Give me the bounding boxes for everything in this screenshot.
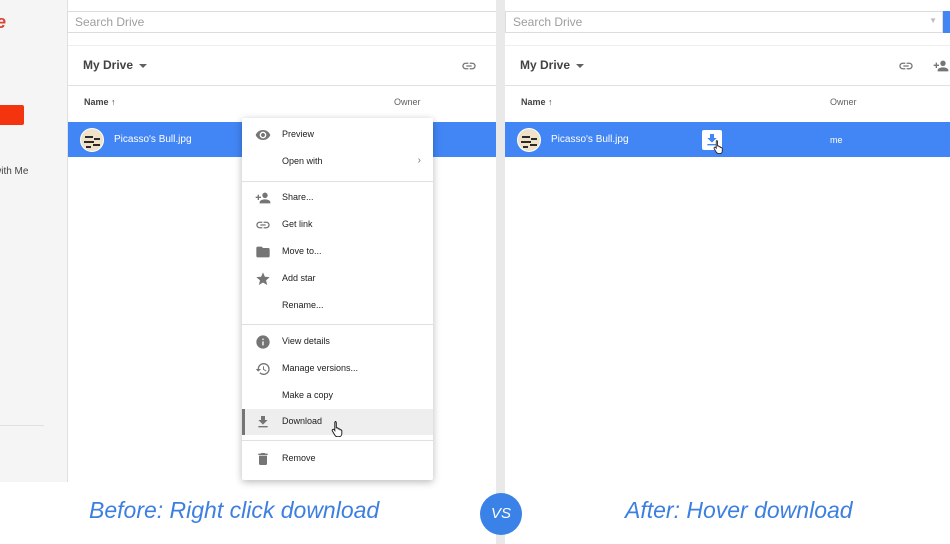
search-placeholder: Search Drive — [513, 15, 583, 29]
search-placeholder: Search Drive — [75, 15, 145, 29]
menu-item-label: Add star — [282, 273, 316, 283]
hover-download-button[interactable] — [702, 130, 723, 154]
menu-item-view-details[interactable]: View details — [242, 329, 433, 355]
vs-badge: VS — [480, 493, 522, 535]
link-icon — [256, 221, 270, 229]
menu-item-remove[interactable]: Remove — [242, 446, 433, 472]
new-button[interactable] — [0, 105, 24, 125]
sidebar: e e with Me ) e — [0, 0, 68, 482]
menu-item-label: Remove — [282, 453, 316, 463]
my-drive-dropdown[interactable]: My Drive — [520, 58, 585, 72]
menu-item-preview[interactable]: Preview — [242, 122, 433, 148]
menu-divider — [242, 440, 433, 441]
chevron-down-icon — [576, 63, 585, 68]
eye-icon — [255, 130, 271, 140]
before-panel: e e with Me ) e Search Drive My Drive Na… — [0, 0, 496, 544]
caption-after: After: Hover download — [625, 497, 853, 523]
download-icon — [258, 416, 268, 428]
sidebar-item-shared-with-me[interactable]: with Me — [0, 166, 28, 177]
column-owner[interactable]: Owner — [394, 97, 421, 107]
search-button[interactable] — [943, 11, 950, 33]
add-person-icon — [255, 192, 271, 204]
menu-item-label: Open with — [282, 156, 323, 166]
column-owner[interactable]: Owner — [830, 97, 857, 107]
trash-icon — [258, 453, 268, 465]
hand-cursor-icon — [713, 140, 723, 154]
file-name: Picasso's Bull.jpg — [114, 134, 192, 145]
column-name-sort[interactable]: Name ↑ — [521, 97, 553, 107]
menu-item-get-link[interactable]: Get link — [242, 212, 433, 238]
page-title: My Drive — [520, 58, 571, 72]
info-icon — [256, 335, 270, 349]
star-icon — [256, 272, 270, 285]
menu-item-share[interactable]: Share... — [242, 185, 433, 211]
menu-item-label: Download — [282, 416, 323, 426]
sidebar-divider — [0, 425, 44, 426]
menu-item-make-copy[interactable]: Make a copy — [242, 383, 433, 409]
file-name: Picasso's Bull.jpg — [551, 134, 629, 145]
file-thumbnail — [80, 128, 104, 152]
menu-item-rename[interactable]: Rename... — [242, 293, 433, 319]
link-icon[interactable] — [460, 58, 478, 74]
panel-divider — [496, 0, 505, 544]
folder-icon — [256, 246, 270, 258]
file-thumbnail — [517, 128, 541, 152]
menu-item-label: Manage versions... — [282, 363, 359, 373]
menu-item-label: Rename... — [282, 300, 324, 310]
menu-divider — [242, 324, 433, 325]
menu-item-manage-versions[interactable]: Manage versions... — [242, 356, 433, 382]
context-menu: Preview Open with › Share... Get link Mo… — [242, 118, 433, 480]
menu-item-download[interactable]: Download — [242, 409, 433, 437]
search-options-icon[interactable]: ▼ — [929, 16, 937, 25]
add-person-icon[interactable] — [932, 58, 950, 74]
link-icon[interactable] — [897, 58, 915, 74]
column-name-sort[interactable]: Name ↑ — [84, 97, 116, 107]
hand-cursor-icon — [331, 421, 343, 437]
toolbar: My Drive — [68, 45, 496, 86]
menu-item-open-with[interactable]: Open with › — [242, 149, 433, 175]
menu-item-move-to[interactable]: Move to... — [242, 239, 433, 265]
menu-item-label: View details — [282, 336, 330, 346]
column-header: Name ↑ Owner — [505, 86, 950, 120]
after-panel: Search Drive ▼ My Drive Name ↑ Owner Pic… — [505, 0, 950, 544]
toolbar: My Drive — [505, 45, 950, 86]
menu-item-label: Make a copy — [282, 390, 334, 400]
menu-item-label: Get link — [282, 219, 313, 229]
page-title: My Drive — [83, 58, 134, 72]
history-icon — [255, 363, 270, 375]
menu-item-add-star[interactable]: Add star — [242, 266, 433, 292]
drive-logo-fragment: e — [0, 12, 6, 33]
file-owner: me — [830, 135, 843, 145]
menu-divider — [242, 181, 433, 182]
search-input[interactable]: Search Drive ▼ — [505, 11, 943, 33]
search-input[interactable]: Search Drive — [67, 11, 496, 33]
menu-item-label: Preview — [282, 129, 315, 139]
menu-item-label: Share... — [282, 192, 314, 202]
menu-item-label: Move to... — [282, 246, 322, 256]
my-drive-dropdown[interactable]: My Drive — [83, 58, 148, 72]
chevron-right-icon: › — [417, 155, 421, 166]
column-header: Name ↑ Owner — [68, 86, 496, 120]
caption-before: Before: Right click download — [89, 497, 380, 523]
file-row[interactable]: Picasso's Bull.jpg me — [505, 122, 950, 157]
chevron-down-icon — [139, 63, 148, 68]
